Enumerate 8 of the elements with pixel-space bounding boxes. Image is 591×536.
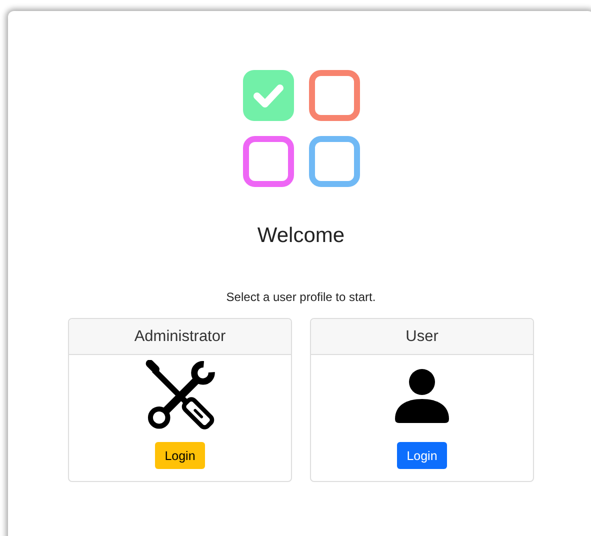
login-button[interactable]: Login [396,442,448,469]
welcome-heading: Welcome [257,224,345,248]
card-header: User [311,319,533,355]
card-header: Administrator [69,319,291,355]
login-button[interactable]: Login [154,442,206,469]
tools-icon [144,360,216,432]
person-icon [395,369,449,423]
instruction-text: Select a user profile to start. [226,289,376,305]
